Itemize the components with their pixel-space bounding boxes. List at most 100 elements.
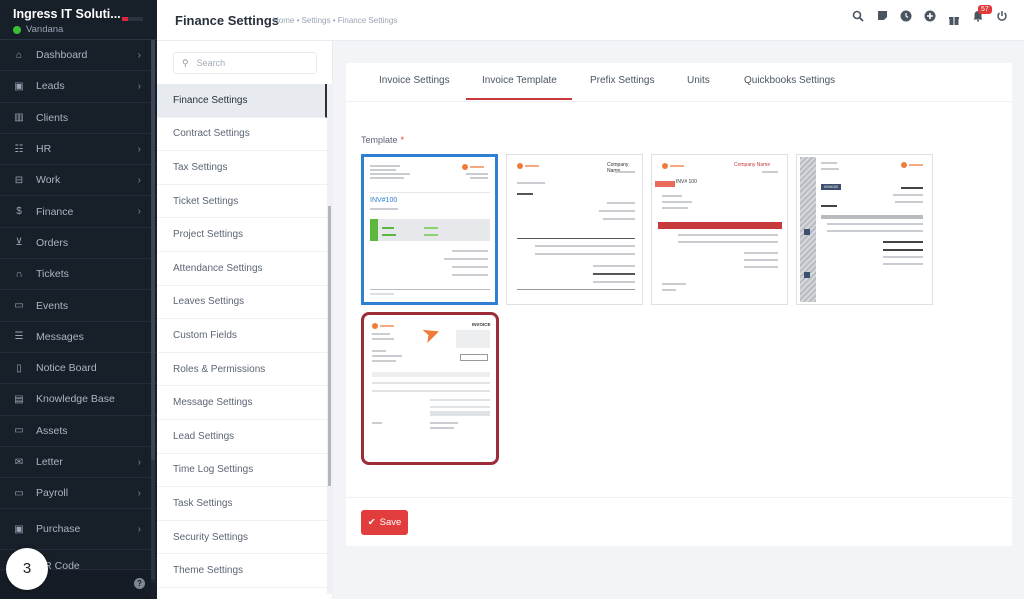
sidebar-item-label: Payroll (36, 487, 69, 500)
sidebar-header[interactable]: Ingress IT Soluti... Vandana (0, 0, 157, 40)
step-badge: 3 (6, 548, 48, 590)
settings-menu-item-finance-settings[interactable]: Finance Settings (157, 84, 327, 118)
settings-menu-item-theme-settings[interactable]: Theme Settings (157, 554, 327, 588)
sidebar-item-label: Events (36, 299, 69, 312)
user-name: Vandana (26, 24, 64, 35)
sidebar-item-assets[interactable]: ▭ Assets (0, 416, 157, 447)
chevron-right-icon: › (137, 143, 141, 155)
chevron-right-icon: › (137, 174, 141, 186)
sidebar-item-letter[interactable]: ✉ Letter › (0, 447, 157, 479)
check-icon: ✔ (367, 517, 376, 528)
app-root: Ingress IT Soluti... Vandana ⌂ Dashboard ›… (0, 0, 1024, 599)
sidebar-item-label: Orders (36, 236, 69, 249)
power-icon[interactable] (990, 10, 1014, 26)
receipt-icon: ▣ (14, 523, 24, 535)
sidebar-item-label: Dashboard (36, 49, 88, 62)
sticky-note-icon[interactable] (870, 10, 894, 26)
settings-menu-item-roles-permissions[interactable]: Roles & Permissions (157, 353, 327, 387)
template-option-4[interactable]: INV#100 (796, 154, 933, 305)
sidebar-item-label: Purchase (36, 523, 81, 536)
sidebar-item-label: Assets (36, 424, 68, 437)
clock-icon[interactable] (894, 10, 918, 26)
notification-bell-icon[interactable]: 57 (966, 5, 992, 26)
chevron-right-icon: › (137, 80, 141, 92)
tab-invoice-settings[interactable]: Invoice Settings (379, 75, 450, 86)
save-label: Save (379, 517, 402, 528)
template-3-invoice-number: INV# 100 (676, 179, 697, 185)
template-option-2[interactable]: Company Name (506, 154, 643, 305)
page-title: Finance Settings (175, 13, 280, 28)
online-status-icon (13, 25, 21, 34)
gift-icon[interactable] (942, 14, 966, 30)
template-option-3[interactable]: Company Name INV# 100 (651, 154, 788, 305)
required-mark: * (400, 135, 405, 145)
sidebar-item-tickets[interactable]: ∩ Tickets (0, 259, 157, 291)
settings-menu: ⚲ Search Finance Settings Contract Settin… (157, 41, 333, 599)
sidebar-item-payroll[interactable]: ▭ Payroll › (0, 478, 157, 510)
settings-menu-item-lead-settings[interactable]: Lead Settings (157, 420, 327, 454)
settings-menu-item-contract-settings[interactable]: Contract Settings (157, 118, 327, 152)
header-actions: 57 (846, 5, 1014, 26)
sidebar-item-label: Letter (36, 456, 63, 468)
search-icon[interactable] (846, 10, 870, 26)
settings-search-input[interactable]: ⚲ Search (173, 52, 317, 74)
chevron-right-icon: › (137, 206, 141, 218)
sidebar-item-orders[interactable]: ⊻ Orders (0, 228, 157, 260)
sidebar-item-label: Notice Board (36, 362, 97, 375)
tab-invoice-template[interactable]: Invoice Template (482, 75, 557, 86)
finance-tabs: Invoice Settings Invoice Template Prefix… (346, 63, 1012, 102)
chevron-right-icon: › (137, 487, 141, 499)
flag-bar (128, 17, 143, 21)
help-icon[interactable]: ? (134, 578, 145, 589)
monitor-icon: ▭ (14, 425, 24, 437)
sidebar-scrollbar-thumb[interactable] (151, 40, 155, 460)
tab-prefix-settings[interactable]: Prefix Settings (590, 75, 654, 86)
settings-menu-item-project-settings[interactable]: Project Settings (157, 218, 327, 252)
sidebar-item-label: Messages (36, 330, 84, 343)
tab-units[interactable]: Units (687, 75, 710, 86)
search-icon: ⚲ (182, 57, 189, 68)
sidebar-item-hr[interactable]: ☷ HR › (0, 134, 157, 166)
user-info: Vandana (13, 24, 157, 35)
sidebar-item-finance[interactable]: $ Finance › (0, 196, 157, 228)
document-icon: ▤ (14, 393, 24, 405)
house-icon: ⌂ (15, 49, 23, 61)
settings-menu-scrollbar-thumb[interactable] (328, 206, 331, 486)
settings-menu-item-time-log-settings[interactable]: Time Log Settings (157, 454, 327, 488)
chevron-right-icon: › (137, 49, 141, 61)
sidebar-item-events[interactable]: ▭ Events (0, 290, 157, 322)
template-5-title: INVOICE (472, 322, 491, 327)
save-button[interactable]: ✔ Save (361, 510, 408, 535)
sidebar-item-label: Clients (36, 111, 69, 124)
main-sidebar: Ingress IT Soluti... Vandana ⌂ Dashboard ›… (0, 0, 157, 599)
sidebar-item-knowledge-base[interactable]: ▤ Knowledge Base (0, 384, 157, 416)
sidebar-item-purchase[interactable]: ▣ Purchase › (0, 509, 157, 551)
sidebar-item-dashboard[interactable]: ⌂ Dashboard › (0, 40, 157, 72)
settings-menu-item-tax-settings[interactable]: Tax Settings (157, 151, 327, 185)
template-option-5[interactable]: INVOICE ➤ (361, 312, 499, 465)
template-1-invoice-number: INV#100 (370, 197, 398, 204)
tab-quickbooks-settings[interactable]: Quickbooks Settings (744, 75, 835, 86)
settings-menu-item-task-settings[interactable]: Task Settings (157, 487, 327, 521)
sidebar-item-notice-board[interactable]: ▯ Notice Board (0, 353, 157, 385)
clipboard-icon: ▯ (16, 362, 22, 374)
add-icon[interactable] (918, 10, 942, 26)
settings-menu-item-custom-fields[interactable]: Custom Fields (157, 319, 327, 353)
chevron-right-icon: › (137, 523, 141, 535)
sidebar-item-work[interactable]: ⊟ Work › (0, 165, 157, 197)
settings-menu-item-attendance-settings[interactable]: Attendance Settings (157, 252, 327, 286)
settings-menu-item-leaves-settings[interactable]: Leaves Settings (157, 286, 327, 320)
settings-menu-item-ticket-settings[interactable]: Ticket Settings (157, 185, 327, 219)
settings-menu-item-security-settings[interactable]: Security Settings (157, 521, 327, 555)
search-placeholder: Search (196, 58, 226, 68)
template-option-1[interactable]: INV#100 (361, 154, 498, 305)
sidebar-item-leads[interactable]: ▣ Leads › (0, 71, 157, 103)
breadcrumb[interactable]: Home • Settings • Finance Settings (273, 16, 397, 25)
sidebar-item-messages[interactable]: ☰ Messages (0, 322, 157, 353)
sidebar-item-clients[interactable]: ▥ Clients (0, 103, 157, 134)
wallet-icon: ▭ (14, 487, 24, 499)
cart-icon: ⊻ (15, 237, 23, 249)
settings-menu-item-message-settings[interactable]: Message Settings (157, 386, 327, 420)
template-label: Template * (361, 135, 404, 145)
calendar-icon: ▭ (14, 300, 24, 312)
